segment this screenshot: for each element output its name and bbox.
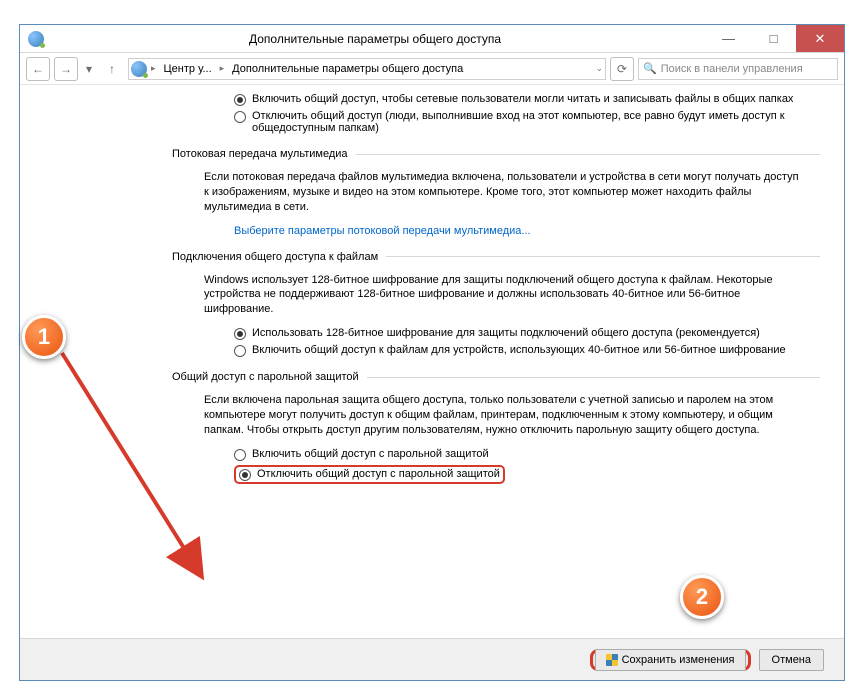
titlebar: Дополнительные параметры общего доступа … — [20, 25, 844, 53]
radio-password-off[interactable]: Отключить общий доступ с парольной защит… — [234, 465, 820, 484]
search-icon: 🔍 — [643, 62, 657, 75]
search-input[interactable]: 🔍 Поиск в панели управления — [638, 58, 838, 80]
content-area: Включить общий доступ, чтобы сетевые пол… — [20, 85, 844, 638]
radio-public-sharing-on[interactable]: Включить общий доступ, чтобы сетевые пол… — [234, 93, 820, 106]
footer: Сохранить изменения Отмена — [20, 638, 844, 680]
media-streaming-link[interactable]: Выберите параметры потоковой передачи му… — [234, 225, 820, 237]
password-protection-text: Если включена парольная защита общего до… — [204, 393, 800, 438]
breadcrumb-2[interactable]: Дополнительные параметры общего доступа — [228, 63, 467, 75]
section-title: Потоковая передача мультимедиа — [172, 148, 348, 160]
cancel-button[interactable]: Отмена — [759, 649, 824, 671]
radio-label: Включить общий доступ, чтобы сетевые пол… — [252, 93, 793, 105]
up-button[interactable]: ↑ — [100, 57, 124, 81]
divider — [367, 377, 820, 378]
navbar: ← → ▾ ↑ ▸ Центр у... ▸ Дополнительные па… — [20, 53, 844, 85]
section-title: Общий доступ с парольной защитой — [172, 371, 359, 383]
annotation-marker-2: 2 — [680, 575, 724, 619]
radio-icon — [234, 345, 246, 357]
radio-password-on[interactable]: Включить общий доступ с парольной защито… — [234, 448, 820, 461]
shield-icon — [606, 654, 618, 666]
window-title: Дополнительные параметры общего доступа — [44, 32, 706, 46]
section-password-protection: Общий доступ с парольной защитой — [172, 371, 820, 383]
radio-icon — [239, 469, 251, 481]
minimize-button[interactable]: — — [706, 25, 751, 52]
annotation-marker-1: 1 — [22, 315, 66, 359]
address-bar[interactable]: ▸ Центр у... ▸ Дополнительные параметры … — [128, 58, 606, 80]
radio-label: Включить общий доступ с парольной защито… — [252, 448, 489, 460]
cancel-label: Отмена — [772, 654, 811, 666]
back-button[interactable]: ← — [26, 57, 50, 81]
save-button[interactable]: Сохранить изменения — [595, 649, 746, 671]
forward-button[interactable]: → — [54, 57, 78, 81]
radio-label: Использовать 128-битное шифрование для з… — [252, 327, 760, 339]
file-connections-text: Windows использует 128-битное шифрование… — [204, 273, 800, 318]
maximize-button[interactable]: □ — [751, 25, 796, 52]
radio-128bit-encryption[interactable]: Использовать 128-битное шифрование для з… — [234, 327, 820, 340]
network-sharing-icon — [131, 61, 147, 77]
radio-label: Отключить общий доступ (люди, выполнивши… — [252, 110, 820, 134]
breadcrumb-1[interactable]: Центр у... — [160, 63, 216, 75]
radio-icon — [234, 111, 246, 123]
recent-dropdown[interactable]: ▾ — [82, 57, 96, 81]
chevron-right-icon: ▸ — [220, 63, 225, 74]
section-media-streaming: Потоковая передача мультимедиа — [172, 148, 820, 160]
refresh-button[interactable]: ⟳ — [610, 57, 634, 81]
radio-4056bit-encryption[interactable]: Включить общий доступ к файлам для устро… — [234, 344, 820, 357]
radio-public-sharing-off[interactable]: Отключить общий доступ (люди, выполнивши… — [234, 110, 820, 134]
save-label: Сохранить изменения — [622, 654, 735, 666]
network-sharing-icon — [28, 31, 44, 47]
window: Дополнительные параметры общего доступа … — [19, 24, 845, 681]
radio-label: Включить общий доступ к файлам для устро… — [252, 344, 786, 356]
section-title: Подключения общего доступа к файлам — [172, 251, 378, 263]
divider — [386, 256, 820, 257]
media-streaming-text: Если потоковая передача файлов мультимед… — [204, 170, 800, 215]
divider — [356, 154, 820, 155]
radio-label: Отключить общий доступ с парольной защит… — [257, 468, 500, 480]
radio-icon — [234, 94, 246, 106]
close-button[interactable]: ✕ — [796, 25, 844, 52]
save-button-highlight: Сохранить изменения — [590, 649, 751, 671]
titlebar-buttons: — □ ✕ — [706, 25, 844, 52]
address-dropdown-icon[interactable]: ⌄ — [595, 63, 603, 74]
section-file-connections: Подключения общего доступа к файлам — [172, 251, 820, 263]
chevron-right-icon: ▸ — [151, 63, 156, 74]
search-placeholder: Поиск в панели управления — [661, 63, 803, 75]
radio-icon — [234, 328, 246, 340]
radio-icon — [234, 449, 246, 461]
highlight-box: Отключить общий доступ с парольной защит… — [234, 465, 505, 484]
